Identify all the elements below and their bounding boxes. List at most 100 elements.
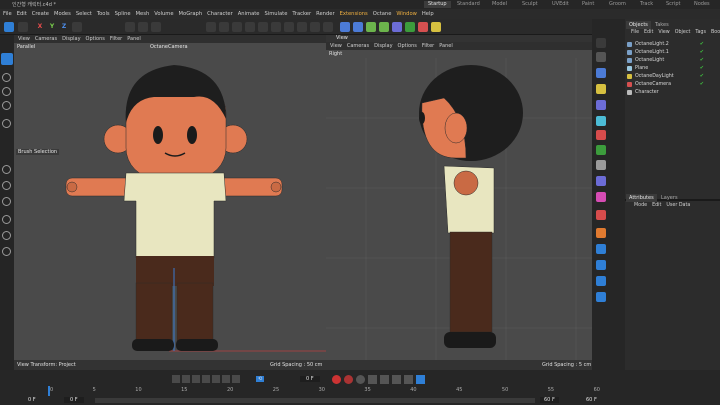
octane-texture-icon[interactable] — [596, 210, 606, 220]
menu-animate[interactable]: Animate — [238, 11, 260, 17]
move-key-icon[interactable] — [368, 375, 377, 384]
vp2-menu-options[interactable]: Options — [398, 43, 417, 49]
floor-button[interactable] — [405, 22, 415, 32]
obj-menu-edit[interactable]: Edit — [644, 30, 653, 38]
bridge-tool-icon[interactable] — [2, 231, 11, 240]
axis-x-toggle[interactable]: X — [36, 22, 44, 32]
vp1-menu-panel[interactable]: Panel — [127, 36, 141, 42]
layout-tab-model[interactable]: Model — [492, 1, 507, 8]
brush-tool-icon[interactable] — [2, 247, 11, 256]
autokey-icon[interactable] — [344, 375, 353, 384]
next-frame-icon[interactable] — [212, 375, 220, 383]
vp1-menu-options[interactable]: Options — [86, 36, 105, 42]
layout-tab-nodes[interactable]: Nodes — [694, 1, 710, 8]
object-row[interactable]: OctaneLight.1 ✔ — [627, 48, 718, 56]
prev-key-icon[interactable] — [182, 375, 190, 383]
tab-objects[interactable]: Objects — [626, 21, 651, 29]
character-rig-icon[interactable] — [596, 244, 606, 254]
layout-tab-groom[interactable]: Groom — [609, 1, 626, 8]
menu-octane[interactable]: Octane — [373, 11, 392, 17]
record-icon[interactable] — [332, 375, 341, 384]
obj-menu-bookmarks[interactable]: Boo — [711, 30, 720, 38]
check-icon[interactable]: ✔ — [700, 65, 704, 71]
octane-tag-icon[interactable] — [596, 116, 606, 126]
octane-light-icon[interactable] — [596, 84, 606, 94]
render-active-button[interactable] — [138, 22, 148, 32]
param-key-icon[interactable] — [404, 375, 413, 384]
character-pose-icon[interactable] — [596, 260, 606, 270]
transform-tool-icon[interactable] — [2, 119, 11, 128]
render-settings-button[interactable] — [151, 22, 161, 32]
min-frame-field[interactable]: 0 F — [64, 397, 84, 403]
check-icon[interactable]: ✔ — [700, 49, 704, 55]
character-skin-icon[interactable] — [596, 292, 606, 302]
check-icon[interactable]: ✔ — [700, 57, 704, 63]
pla-key-icon[interactable] — [416, 375, 425, 384]
pen-button[interactable] — [353, 22, 363, 32]
subdivision-button[interactable] — [366, 22, 376, 32]
extrude-tool-icon[interactable] — [2, 181, 11, 190]
camera-button[interactable] — [418, 22, 428, 32]
menu-tracker[interactable]: Tracker — [292, 11, 311, 17]
octane-scatter-icon[interactable] — [596, 145, 606, 155]
goto-end-icon[interactable] — [232, 375, 240, 383]
max-frame-field[interactable]: 60 F — [540, 397, 559, 403]
scale-tool-icon[interactable] — [2, 87, 11, 96]
render-view-button[interactable] — [125, 22, 135, 32]
layout-tab-uvedit[interactable]: UVEdit — [552, 1, 569, 8]
goto-start-icon[interactable] — [172, 375, 180, 383]
current-frame-field[interactable]: 0 F — [300, 376, 320, 382]
next-key-icon[interactable] — [222, 375, 230, 383]
octane-vdb-icon[interactable] — [596, 176, 606, 186]
tweak-mode-button[interactable] — [323, 22, 333, 32]
tab-takes[interactable]: Takes — [652, 21, 672, 29]
points-mode-button[interactable] — [219, 22, 229, 32]
menu-character[interactable]: Character — [207, 11, 233, 17]
menu-window[interactable]: Window — [396, 11, 416, 17]
viewport-front[interactable]: View Cameras Display Options Filter Pane… — [14, 35, 326, 370]
timeline-ruler[interactable]: 0 5 10 15 20 25 30 35 40 45 50 55 60 — [50, 387, 600, 394]
menu-spline[interactable]: Spline — [115, 11, 131, 17]
octane-settings-icon[interactable] — [596, 38, 606, 48]
deformer-button[interactable] — [392, 22, 402, 32]
vp2-menu-cameras[interactable]: Cameras — [347, 43, 369, 49]
rotate-key-icon[interactable] — [380, 375, 389, 384]
layout-tab-paint[interactable]: Paint — [582, 1, 594, 8]
axis-lock-button[interactable] — [310, 22, 320, 32]
model-mode-button[interactable] — [206, 22, 216, 32]
vp1-menu-cameras[interactable]: Cameras — [35, 36, 57, 42]
vp2-menu-display[interactable]: Display — [374, 43, 392, 49]
prev-frame-icon[interactable] — [192, 375, 200, 383]
end-frame-field[interactable]: 60 F — [586, 397, 597, 403]
coordinate-system-button[interactable] — [72, 22, 82, 32]
layout-tab-startup[interactable]: Startup — [424, 1, 451, 8]
layout-tab-script[interactable]: Script — [666, 1, 681, 8]
menu-file[interactable]: File — [3, 11, 12, 17]
select-tool-icon[interactable] — [1, 53, 13, 65]
octane-object-icon[interactable] — [596, 68, 606, 78]
light-button[interactable] — [431, 22, 441, 32]
loop-icon[interactable]: ⟲ — [256, 376, 265, 382]
object-row[interactable]: Plane ✔ — [627, 64, 718, 72]
bevel-tool-icon[interactable] — [2, 197, 11, 206]
vp2-menu-panel[interactable]: Panel — [439, 43, 453, 49]
object-row[interactable]: OctaneLight.2 ✔ — [627, 40, 718, 48]
object-row[interactable]: Character — [627, 88, 718, 96]
playhead[interactable] — [48, 386, 50, 396]
octane-render-icon[interactable] — [596, 130, 606, 140]
attr-menu-edit[interactable]: Edit — [652, 203, 661, 211]
workplane-button[interactable] — [284, 22, 294, 32]
vp1-menu-filter[interactable]: Filter — [110, 36, 122, 42]
obj-menu-view[interactable]: View — [658, 30, 669, 38]
axis-z-toggle[interactable]: Z — [60, 22, 68, 32]
object-row[interactable]: OctaneDayLight ✔ — [627, 72, 718, 80]
uv-mode-button[interactable] — [258, 22, 268, 32]
octane-sphere-icon[interactable] — [596, 160, 606, 170]
vp2-menu-filter[interactable]: Filter — [422, 43, 434, 49]
menu-help[interactable]: Help — [422, 11, 434, 17]
loop-cut-tool-icon[interactable] — [2, 215, 11, 224]
attr-menu-user-data[interactable]: User Data — [666, 203, 690, 211]
menu-tools[interactable]: Tools — [97, 11, 110, 17]
play-icon[interactable] — [202, 375, 210, 383]
octane-camera-icon[interactable] — [596, 100, 606, 110]
